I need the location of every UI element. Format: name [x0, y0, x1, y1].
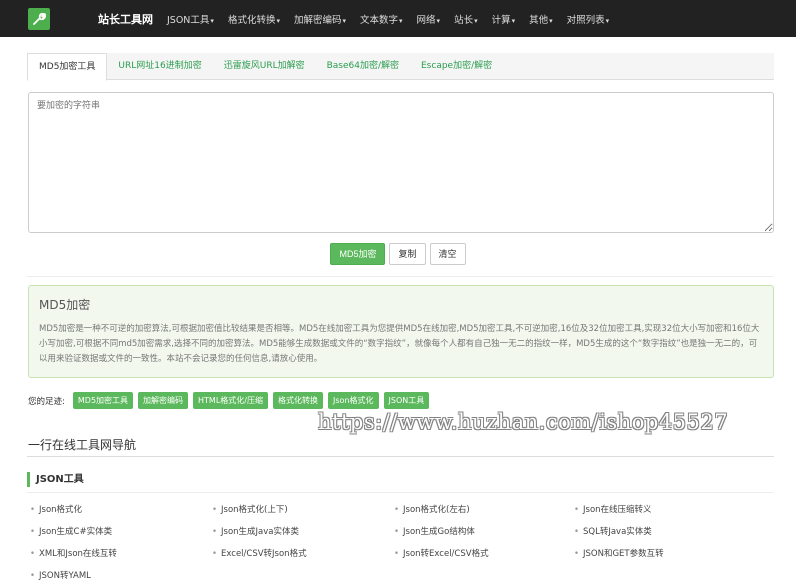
clear-button[interactable]: 清空 — [429, 243, 466, 265]
divider — [27, 492, 774, 493]
nav-encrypt-encode[interactable]: 加解密编码▾ — [294, 12, 346, 26]
top-navbar: 站长工具网 JSON工具▾ 格式化转换▾ 加解密编码▾ 文本数字▾ 网络▾ 站长… — [0, 0, 796, 37]
caret-down-icon: ▾ — [605, 16, 610, 25]
nav-label: 文本数字 — [360, 14, 399, 26]
tool-link[interactable]: Excel/CSV转Json格式 — [212, 546, 394, 562]
nav-label: 网络 — [416, 14, 436, 26]
tool-link[interactable]: Json格式化(左右) — [394, 502, 574, 518]
copy-button[interactable]: 复制 — [389, 243, 426, 265]
tool-link[interactable]: Json生成Java实体类 — [212, 524, 394, 540]
caret-down-icon: ▾ — [342, 16, 346, 25]
nav-label: 站长 — [454, 14, 474, 26]
caret-down-icon: ▾ — [511, 16, 516, 25]
tool-links-grid: Json格式化 Json格式化(上下) Json格式化(左右) Json在线压缩… — [30, 502, 774, 584]
footprint-label: 您的足迹: — [28, 396, 65, 407]
nav-label: 对照列表 — [566, 14, 605, 26]
footprint-tag[interactable]: 加解密编码 — [138, 392, 189, 409]
caret-down-icon: ▾ — [276, 16, 280, 25]
divider — [27, 456, 774, 457]
tool-link[interactable]: Json在线压缩转义 — [574, 502, 754, 518]
nav-reference-list[interactable]: 对照列表▾ — [567, 12, 610, 26]
panel-description: MD5加密是一种不可逆的加密算法,可根据加密值比较结果是否相等。MD5在线加密工… — [39, 324, 760, 364]
info-panel: MD5加密 MD5加密是一种不可逆的加密算法,可根据加密值比较结果是否相等。MD… — [28, 285, 774, 378]
nav-label: 格式化转换 — [227, 14, 276, 26]
tab-escape[interactable]: Escape加密/解密 — [410, 53, 503, 80]
footprint-tag[interactable]: 格式化转换 — [273, 392, 323, 409]
nav-json-tools[interactable]: JSON工具▾ — [167, 12, 214, 26]
tool-link[interactable]: XML和Json在线互转 — [30, 546, 212, 562]
caret-down-icon: ▾ — [474, 16, 478, 25]
tool-link[interactable]: Json转Excel/CSV格式 — [394, 546, 574, 562]
nav-text-number[interactable]: 文本数字▾ — [360, 12, 403, 26]
footprint-tag[interactable]: JSON工具 — [383, 392, 430, 409]
nav-label: 加解密编码 — [293, 14, 342, 26]
watermark: https://www.huzhan.com/ishop45527 — [318, 410, 729, 434]
tab-base64[interactable]: Base64加密/解密 — [316, 53, 410, 80]
nav-label: JSON工具 — [167, 14, 210, 26]
panel-title: MD5加密 — [39, 298, 91, 312]
wrench-icon[interactable] — [28, 7, 50, 30]
nav-webmaster[interactable]: 站长▾ — [454, 12, 478, 26]
caret-down-icon: ▾ — [549, 16, 553, 25]
footprint-tag[interactable]: MD5加密工具 — [72, 392, 134, 409]
divider — [27, 276, 774, 277]
history-footprint: 您的足迹: MD5加密工具 加解密编码 HTML格式化/压缩 格式化转换 Jso… — [28, 392, 430, 409]
caret-down-icon: ▾ — [210, 16, 214, 25]
tool-tabs: MD5加密工具 URL网址16进制加密 迅雷旋风URL加解密 Base64加密/… — [27, 53, 774, 81]
action-buttons: MD5加密 复制 清空 — [0, 243, 796, 265]
caret-down-icon: ▾ — [399, 16, 403, 25]
category-heading: JSON工具 — [27, 472, 84, 487]
tab-url-hex[interactable]: URL网址16进制加密 — [107, 53, 212, 80]
nav-label: 其他 — [529, 14, 549, 26]
caret-down-icon: ▾ — [436, 16, 441, 25]
nav-format-convert[interactable]: 格式化转换▾ — [228, 12, 280, 26]
tool-link[interactable]: Json格式化 — [30, 502, 212, 518]
tool-link[interactable]: JSON和GET参数互转 — [574, 546, 754, 562]
nav-other[interactable]: 其他▾ — [529, 12, 553, 26]
section-title: 一行在线工具网导航 — [28, 438, 137, 452]
nav-network[interactable]: 网络▾ — [417, 12, 441, 26]
tool-link[interactable]: Json生成Go结构体 — [394, 524, 574, 540]
tool-link[interactable]: SQL转Java实体类 — [574, 524, 754, 540]
footprint-tag[interactable]: HTML格式化/压缩 — [193, 392, 268, 409]
nav-label: 计算 — [491, 14, 511, 26]
input-textarea[interactable] — [28, 92, 774, 233]
nav-calculate[interactable]: 计算▾ — [492, 12, 516, 26]
md5-encrypt-button[interactable]: MD5加密 — [330, 243, 386, 265]
tab-md5[interactable]: MD5加密工具 — [27, 53, 108, 81]
footprint-tag[interactable]: Json格式化 — [328, 392, 379, 409]
tool-link[interactable]: JSON转YAML — [30, 568, 212, 584]
tool-link[interactable]: Json格式化(上下) — [212, 502, 394, 518]
tab-thunder-url[interactable]: 迅雷旋风URL加解密 — [213, 53, 316, 80]
site-brand[interactable]: 站长工具网 — [98, 11, 153, 27]
tool-link[interactable]: Json生成C#实体类 — [30, 524, 212, 540]
